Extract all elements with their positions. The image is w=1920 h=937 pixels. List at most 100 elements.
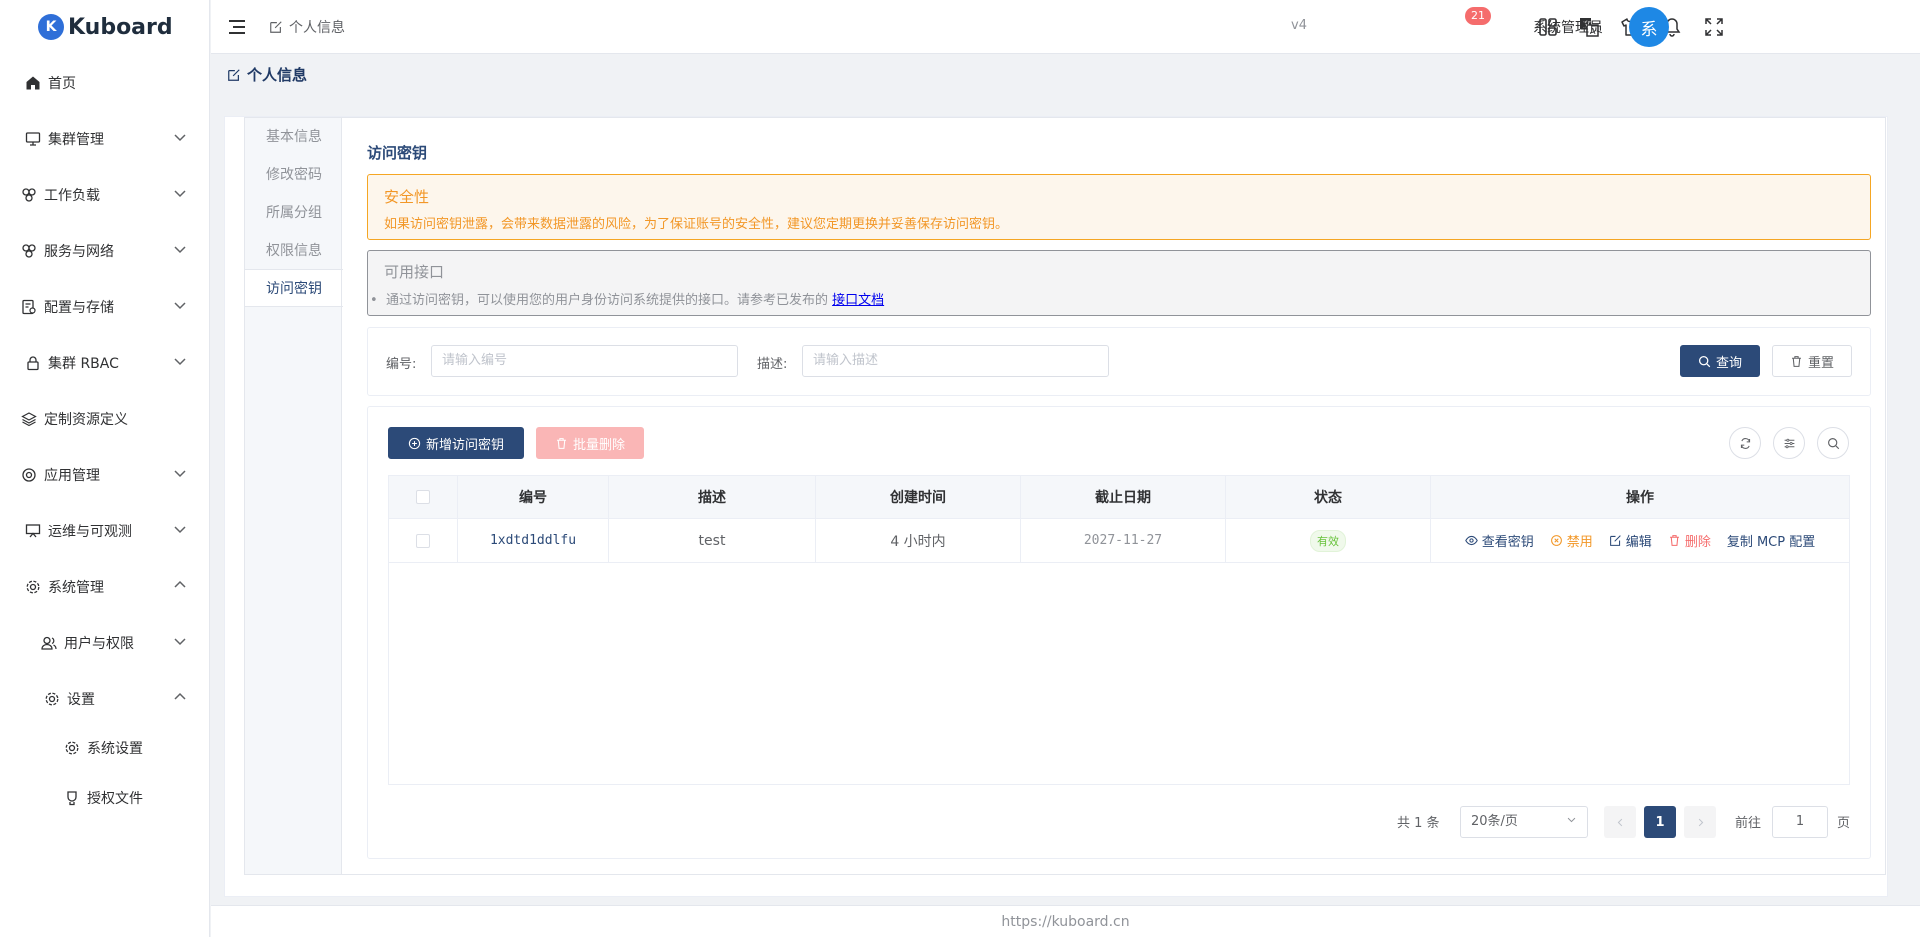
vertical-tabs: 基本信息 修改密码 所属分组 权限信息 访问密钥 — [244, 117, 343, 875]
sidebar-item-system-settings[interactable]: 系统设置 — [0, 723, 210, 773]
app-name: Kuboard — [68, 14, 173, 40]
select-all-checkbox[interactable] — [416, 490, 430, 504]
sidebar-item-ops[interactable]: 运维与可观测 — [0, 503, 210, 559]
page-size-value: 20条/页 — [1471, 814, 1518, 829]
chevron-up-icon — [172, 689, 188, 709]
alert-description: 如果访问密钥泄露，会带来数据泄露的风险，为了保证账号的安全性，建议您定期更换并妥… — [384, 217, 1009, 232]
fullscreen-icon[interactable] — [1702, 15, 1726, 39]
sidebar-item-system[interactable]: 系统管理 — [0, 559, 210, 615]
column-header: 操作 — [1626, 490, 1654, 506]
delete-button[interactable]: 删除 — [1668, 531, 1711, 550]
sidebar-item-users[interactable]: 用户与权限 — [0, 615, 210, 671]
api-doc-link[interactable]: 接口文档 — [832, 293, 884, 308]
view-key-button[interactable]: 查看密钥 — [1464, 531, 1534, 550]
sidebar-item-label: 用户与权限 — [64, 636, 134, 652]
page-title: 个人信息 — [227, 64, 307, 85]
next-page-button[interactable] — [1684, 806, 1716, 838]
sidebar-item-label: 定制资源定义 — [44, 412, 128, 428]
copy-mcp-config-button[interactable]: 复制 MCP 配置 — [1727, 531, 1815, 550]
desc-label: 描述: — [757, 357, 788, 372]
sidebar-item-crd[interactable]: 定制资源定义 — [0, 391, 210, 447]
breadcrumb: 个人信息 — [269, 17, 345, 37]
tab-basic-info[interactable]: 基本信息 — [245, 118, 343, 156]
page-suffix-label: 页 — [1837, 816, 1851, 831]
config-storage-icon — [20, 298, 38, 316]
menu-toggle-icon[interactable] — [227, 17, 247, 41]
chevron-down-icon — [172, 521, 188, 541]
chevron-down-icon — [172, 633, 188, 653]
breadcrumb-label: 个人信息 — [289, 20, 345, 36]
tab-access-keys[interactable]: 访问密钥 — [245, 269, 343, 307]
edit-icon — [1609, 535, 1621, 546]
reset-button[interactable]: 重置 — [1772, 345, 1852, 377]
chevron-down-icon — [172, 465, 188, 485]
chevron-left-icon — [1617, 818, 1622, 826]
sidebar-item-app[interactable]: 应用管理 — [0, 447, 210, 503]
column-header: 编号 — [458, 476, 609, 518]
sidebar-item-network[interactable]: 服务与网络 — [0, 223, 210, 279]
key-id[interactable]: 1xdtd1ddlfu — [458, 519, 609, 562]
query-button[interactable]: 查询 — [1680, 345, 1760, 377]
column-settings-icon[interactable] — [1773, 427, 1805, 459]
column-header: 截止日期 — [1021, 476, 1226, 518]
sidebar-item-license[interactable]: 授权文件 — [0, 773, 210, 823]
disable-button[interactable]: 禁用 — [1550, 531, 1593, 550]
sidebar-item-rbac[interactable]: 集群 RBAC — [0, 335, 210, 391]
refresh-icon[interactable] — [1729, 427, 1761, 459]
alert-description: • 通过访问密钥，可以使用您的用户身份访问系统提供的接口。请参考已发布的 接口文… — [370, 289, 884, 308]
status-badge: 有效 — [1310, 529, 1346, 552]
sidebar-item-label: 服务与网络 — [44, 244, 114, 260]
row-checkbox-cell — [389, 519, 458, 562]
monitor-icon — [24, 130, 42, 148]
sidebar-item-workload[interactable]: 工作负载 — [0, 167, 210, 223]
network-icon — [20, 242, 38, 260]
page-size-select[interactable]: 20条/页 — [1460, 806, 1588, 838]
layers-icon — [20, 410, 38, 428]
lock-icon — [24, 354, 42, 372]
id-search-input[interactable]: 请输入编号 — [431, 345, 738, 377]
alert-title: 安全性 — [384, 188, 430, 206]
sidebar-item-cluster[interactable]: 集群管理 — [0, 111, 210, 167]
page-number-button[interactable]: 1 — [1644, 806, 1676, 838]
footer: https://kuboard.cn — [211, 905, 1920, 937]
api-info-alert: 可用接口 • 通过访问密钥，可以使用您的用户身份访问系统提供的接口。请参考已发布… — [367, 250, 1871, 316]
alert-title: 可用接口 — [384, 263, 445, 281]
username[interactable]: 系统管理员 — [1533, 17, 1603, 37]
tab-change-password[interactable]: 修改密码 — [245, 156, 343, 194]
trash-icon — [1669, 535, 1679, 546]
logo[interactable]: K Kuboard — [0, 0, 209, 54]
edit-button[interactable]: 编辑 — [1609, 531, 1652, 550]
row-checkbox[interactable] — [416, 533, 430, 548]
batch-delete-button[interactable]: 批量删除 — [536, 427, 644, 459]
sidebar-item-label: 设置 — [67, 692, 95, 708]
sidebar-item-label: 应用管理 — [44, 468, 100, 484]
search-toggle-icon[interactable] — [1817, 427, 1849, 459]
sidebar-item-home[interactable]: 首页 — [0, 55, 210, 111]
key-expires: 2027-11-27 — [1021, 519, 1226, 562]
workload-icon — [20, 186, 38, 204]
key-created: 4 小时内 — [816, 519, 1021, 562]
chevron-down-icon — [172, 241, 188, 261]
sidebar-item-config-storage[interactable]: 配置与存储 — [0, 279, 210, 335]
info-text: 通过访问密钥，可以使用您的用户身份访问系统提供的接口。请参考已发布的 — [385, 293, 828, 308]
add-access-key-button[interactable]: 新增访问密钥 — [388, 427, 524, 459]
access-key-table: 编号 描述 创建时间 截止日期 状态 操作 1xdtd1ddlfu test 4… — [388, 475, 1850, 785]
sidebar-item-label: 集群管理 — [48, 132, 104, 148]
prev-page-button[interactable] — [1604, 806, 1636, 838]
desc-search-input[interactable]: 请输入描述 — [802, 345, 1109, 377]
app-icon — [20, 466, 38, 484]
tab-permissions[interactable]: 权限信息 — [245, 232, 343, 270]
chevron-down-icon — [172, 185, 188, 205]
goto-page-input[interactable]: 1 — [1772, 806, 1828, 838]
avatar[interactable]: 系 — [1629, 7, 1669, 47]
footer-link[interactable]: https://kuboard.cn — [1001, 914, 1129, 930]
trash-icon — [557, 437, 566, 449]
sidebar-item-settings[interactable]: 设置 — [0, 671, 210, 727]
search-icon — [1698, 355, 1711, 367]
chevron-down-icon — [172, 353, 188, 373]
section-title: 访问密钥 — [367, 144, 428, 162]
notification-badge: 21 — [1465, 7, 1491, 25]
goto-label: 前往 — [1735, 816, 1762, 831]
chevron-up-icon — [172, 577, 188, 597]
tab-groups[interactable]: 所属分组 — [245, 194, 343, 232]
